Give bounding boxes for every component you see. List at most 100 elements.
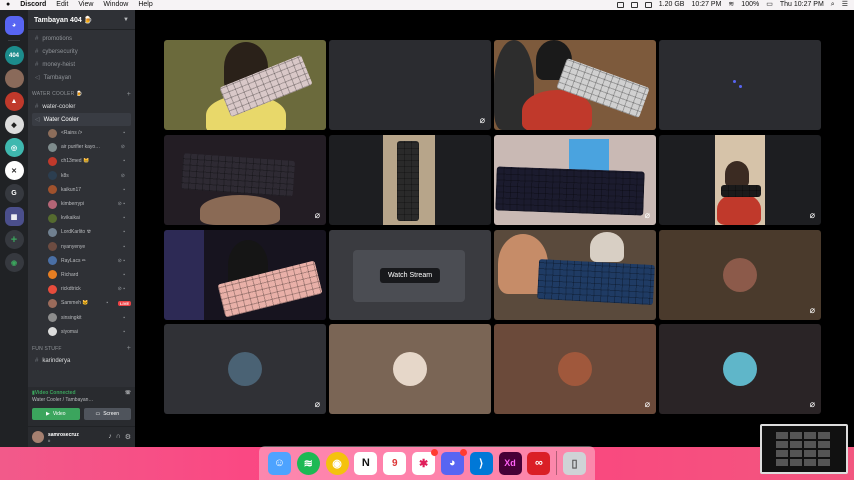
status-icon[interactable] <box>616 2 624 8</box>
video-tile[interactable] <box>329 135 491 225</box>
discord-home-icon[interactable]: ◕ <box>4 16 24 35</box>
add-channel-icon[interactable]: + <box>127 91 131 98</box>
spotify-icon[interactable]: ≋ <box>296 451 320 475</box>
microphone-icon[interactable]: ♪ <box>108 433 112 441</box>
wifi-icon[interactable]: ≋ <box>728 0 734 10</box>
video-tile[interactable]: ⌀ <box>329 40 491 130</box>
avatar-tile[interactable]: ⌀ <box>659 324 821 414</box>
voice-status-label[interactable]: Video Connected <box>35 390 76 396</box>
battery-icon[interactable]: ▭ <box>766 0 773 10</box>
menu-window[interactable]: Window <box>103 0 128 10</box>
stream-tile[interactable]: Watch Stream <box>329 230 491 320</box>
server-folder-icon[interactable]: ▦ <box>4 207 24 226</box>
add-server-icon[interactable]: + <box>4 230 24 249</box>
avatar-tile[interactable]: ⌀ <box>494 324 656 414</box>
user-info[interactable]: samrosecruz # <box>48 432 79 443</box>
voice-user[interactable]: RayLacs ✏ ⊘ ▪ <box>32 254 131 268</box>
voice-user[interactable]: LordKarlito ☢ ▪ <box>32 225 131 239</box>
user-avatar[interactable] <box>32 431 44 443</box>
server-icon[interactable]: ◆ <box>4 115 24 134</box>
gear-icon[interactable]: ⚙ <box>125 433 131 441</box>
voice-user[interactable]: nyanyenye ▪ <box>32 240 131 254</box>
server-icon[interactable] <box>4 69 24 88</box>
status-icon[interactable] <box>630 2 638 8</box>
video-tile[interactable] <box>659 40 821 130</box>
headphones-icon[interactable]: ∩ <box>116 433 121 441</box>
video-button[interactable]: ▶ Video <box>32 408 80 420</box>
voice-channel-water-cooler[interactable]: ◁ Water Cooler <box>32 113 131 126</box>
storage-readout[interactable]: 1.20 GB <box>659 0 685 10</box>
watch-stream-button[interactable]: Watch Stream <box>379 268 441 283</box>
voice-user-name: LordKarlito ☢ <box>61 229 92 236</box>
voice-user[interactable]: sinsingkit ▪ <box>32 310 131 324</box>
server-icon[interactable]: ✕ <box>4 161 24 180</box>
voice-user[interactable]: Sammeh 🐱 ▪ LIVE <box>32 296 131 310</box>
explore-servers-icon[interactable]: ◉ <box>4 253 24 272</box>
screen-icon: ▭ <box>95 411 101 417</box>
discord-icon[interactable]: ◕ <box>440 448 467 475</box>
voice-user[interactable]: air purifier kayo… ⊘ <box>32 140 131 154</box>
voice-user[interactable]: Richard ▪ <box>32 268 131 282</box>
add-channel-icon[interactable]: + <box>127 345 131 352</box>
thumbnail-tile <box>790 432 802 439</box>
video-tile[interactable] <box>494 230 656 320</box>
voice-user[interactable]: rickdtrick ⊘ ▪ <box>32 282 131 296</box>
category-fun-stuff[interactable]: FUN STUFF + <box>32 343 131 355</box>
finder-icon[interactable]: ☺ <box>267 451 291 475</box>
channel-water-cooler[interactable]: # water-cooler <box>32 100 131 113</box>
server-icon-g[interactable]: G <box>4 184 24 203</box>
adobe-xd-icon[interactable]: Xd <box>498 451 522 475</box>
notion-icon[interactable]: N <box>354 451 378 475</box>
channel-money-heist[interactable]: # money-heist <box>32 58 131 71</box>
voice-user[interactable]: ch13med 😸 ▪ <box>32 154 131 168</box>
loading-indicator <box>733 80 736 83</box>
menubar-datetime[interactable]: Thu 10:27 PM <box>780 0 824 10</box>
control-center-icon[interactable]: ☰ <box>842 0 848 10</box>
category-water-cooler[interactable]: WATER COOLER 🍺 + <box>32 88 131 100</box>
slack-icon[interactable]: ✱ <box>412 448 439 475</box>
avatar-tile[interactable]: ⌀ <box>164 324 326 414</box>
voice-user[interactable]: k8s ⊘ <box>32 169 131 183</box>
server-icon-cat[interactable]: ▲ <box>4 92 24 111</box>
menubar-time[interactable]: 10:27 PM <box>691 0 721 10</box>
menu-app-name[interactable]: Discord <box>20 0 46 10</box>
video-tile[interactable] <box>494 40 656 130</box>
guild-header[interactable]: Tambayan 404 🍺 ▼ <box>28 10 135 30</box>
screen-share-button[interactable]: ▭ Screen <box>83 408 131 420</box>
screenshot-thumbnail[interactable] <box>760 424 848 474</box>
chrome-icon[interactable]: ◉ <box>325 451 349 475</box>
battery-percent[interactable]: 100% <box>741 0 759 10</box>
avatar-tile[interactable]: ⌀ <box>659 230 821 320</box>
voice-user[interactable]: kaikun17 ▪ <box>32 183 131 197</box>
notification-badge <box>459 448 467 456</box>
disconnect-icon[interactable]: ☏ <box>125 390 131 396</box>
chevron-down-icon[interactable]: ▼ <box>123 17 129 23</box>
creative-cloud-icon[interactable]: ∞ <box>527 451 551 475</box>
menu-edit[interactable]: Edit <box>56 0 68 10</box>
search-icon[interactable]: ⌕ <box>831 0 835 10</box>
vscode-icon[interactable]: ⟩ <box>469 451 493 475</box>
video-tile[interactable]: ⌀ <box>164 135 326 225</box>
channel-label: money-heist <box>42 61 76 68</box>
video-tile[interactable]: ⌀ <box>659 135 821 225</box>
status-icon[interactable] <box>644 2 652 8</box>
trash-icon[interactable]: ▯ <box>563 451 587 475</box>
video-tile[interactable]: ⌀ <box>494 135 656 225</box>
server-icon-404[interactable]: 404 <box>4 46 24 65</box>
video-tile[interactable] <box>164 230 326 320</box>
apple-icon[interactable]: ● <box>6 0 10 10</box>
channel-tambayan[interactable]: ◁ Tambayan <box>32 71 131 84</box>
avatar-tile[interactable] <box>329 324 491 414</box>
server-icon[interactable]: ◎ <box>4 138 24 157</box>
channel-cybersecurity[interactable]: # cybersecurity <box>32 45 131 58</box>
calendar-icon[interactable]: 9 <box>383 451 407 475</box>
menu-help[interactable]: Help <box>138 0 152 10</box>
channel-karinderya[interactable]: # karinderya <box>32 355 131 368</box>
channel-promotions[interactable]: # promotions <box>32 32 131 45</box>
voice-user[interactable]: <Rains /> ▪ <box>32 126 131 140</box>
voice-user[interactable]: siyomai ▪ <box>32 325 131 339</box>
menu-view[interactable]: View <box>78 0 93 10</box>
voice-user[interactable]: kvikaikai ▪ <box>32 211 131 225</box>
voice-user[interactable]: kimberrypi ⊘ ▪ <box>32 197 131 211</box>
video-tile[interactable] <box>164 40 326 130</box>
